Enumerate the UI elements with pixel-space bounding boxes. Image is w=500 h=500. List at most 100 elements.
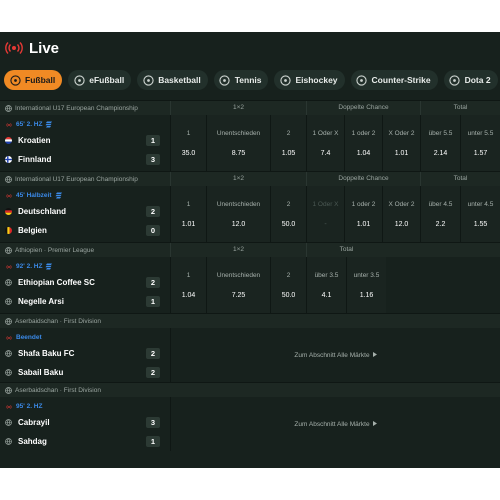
team-score: 0	[146, 225, 160, 236]
match-info[interactable]: 45' Halbzeit Deutschland 2 Belgien 0	[0, 186, 170, 242]
market-header: Total	[420, 101, 500, 115]
odds-button[interactable]: über 3.5 4.1	[306, 257, 346, 313]
match-status-label: Beendet	[16, 334, 42, 341]
league-name: Aserbaidschan · First Division	[0, 387, 170, 394]
live-header: Live	[5, 38, 59, 58]
team-globe-icon	[5, 298, 12, 305]
odds-value: 50.0	[281, 291, 296, 299]
odds-label: Unentschieden	[216, 271, 261, 279]
event-header: Äthiopien · Premier League 1×2 Total	[0, 243, 500, 257]
odds-button[interactable]: Unentschieden 7.25	[206, 257, 270, 313]
team-globe-icon	[5, 279, 12, 286]
tab-eishockey[interactable]: Eishockey	[274, 70, 345, 90]
event-header: Aserbaidschan · First Division	[0, 314, 500, 328]
team-globe-icon	[5, 350, 12, 357]
odds-label: 1 oder 2	[351, 129, 376, 137]
league-name: Aserbaidschan · First Division	[0, 318, 170, 325]
odds-button[interactable]: X Oder 2 1.01	[382, 115, 420, 171]
odds-value: 1.01	[356, 220, 371, 228]
odds-button[interactable]: 2 1.05	[270, 115, 306, 171]
odds-value: 12.0	[394, 220, 409, 228]
odds-label: unter 3.5	[353, 271, 380, 279]
odds-button[interactable]: 1 Oder X 7.4	[306, 115, 344, 171]
match-status: 65' 2. HZ	[5, 118, 160, 131]
odds-button[interactable]: unter 4.5 1.55	[460, 186, 500, 242]
all-markets-link[interactable]: Zum Abschnitt Alle Märkte	[170, 328, 500, 382]
odds-button[interactable]: 2 50.0	[270, 257, 306, 313]
odds-button[interactable]: X Oder 2 12.0	[382, 186, 420, 242]
match-status-label: 45' Halbzeit	[16, 192, 52, 199]
odds-button[interactable]: unter 3.5 1.16	[346, 257, 386, 313]
tab-label: Basketball	[158, 75, 201, 85]
match-info[interactable]: Beendet Shafa Baku FC 2 Sabail Baku 2	[0, 328, 170, 382]
all-markets-label: Zum Abschnitt Alle Märkte	[294, 420, 370, 428]
market-header: Doppelte Chance	[306, 172, 420, 186]
odds-label: 1	[186, 200, 191, 208]
market-header: Total	[306, 243, 386, 257]
event-block: Äthiopien · Premier League 1×2 Total 92' 2.…	[0, 242, 500, 313]
odds-button[interactable]: unter 5.5 1.57	[460, 115, 500, 171]
odds-value: 4.1	[321, 291, 332, 299]
match-info[interactable]: 65' 2. HZ Kroatien 1 Finnland 3	[0, 115, 170, 171]
odds-label: X Oder 2	[388, 200, 415, 208]
flag-belgium-icon	[5, 227, 12, 234]
odds-label: über 5.5	[428, 129, 453, 137]
odds-button[interactable]: 1 35.0	[170, 115, 206, 171]
team-row: Belgien 0	[5, 221, 160, 240]
team-row: Kroatien 1	[5, 131, 160, 150]
tab-efußball[interactable]: eFußball	[68, 70, 132, 90]
team-row: Finnland 3	[5, 150, 160, 169]
tab-tennis[interactable]: Tennis	[213, 70, 269, 90]
odds-value: -	[324, 220, 327, 228]
tab-counter-strike[interactable]: Counter-Strike	[350, 70, 438, 90]
odds-label: Unentschieden	[216, 200, 261, 208]
team-globe-icon	[5, 438, 12, 445]
odds-button[interactable]: 2 50.0	[270, 186, 306, 242]
all-markets-link[interactable]: Zum Abschnitt Alle Märkte	[170, 397, 500, 451]
match-status-label: 65' 2. HZ	[16, 121, 43, 128]
match-status: Beendet	[5, 331, 160, 344]
arrow-right-icon	[372, 420, 377, 428]
team-score: 1	[146, 296, 160, 307]
odds-label: unter 5.5	[467, 129, 494, 137]
event-block: International U17 European Championship 1…	[0, 100, 500, 171]
match-status-label: 92' 2. HZ	[16, 263, 43, 270]
odds-button[interactable]: 1 1.01	[170, 186, 206, 242]
odds-button[interactable]: 1 oder 2 1.01	[344, 186, 382, 242]
event-header: International U17 European Championship 1…	[0, 101, 500, 115]
tab-fußball[interactable]: Fußball	[4, 70, 63, 90]
tab-label: Counter-Strike	[371, 75, 431, 85]
odds-label: Unentschieden	[216, 129, 261, 137]
tab-basketball[interactable]: Basketball	[137, 70, 208, 90]
match-info[interactable]: 95' 2. HZ Cabrayil 3 Sahdag 1	[0, 397, 170, 451]
odds-button[interactable]: Unentschieden 8.75	[206, 115, 270, 171]
live-stream-icon	[55, 192, 63, 199]
odds-label: 1 Oder X	[312, 129, 339, 137]
odds-value: 7.4	[320, 149, 331, 157]
globe-icon	[5, 386, 12, 394]
globe-icon	[5, 175, 12, 183]
odds-label: 1 oder 2	[351, 200, 376, 208]
odds-button[interactable]: 1 1.04	[170, 257, 206, 313]
dota-icon	[449, 74, 461, 86]
basketball-icon	[142, 74, 154, 86]
odds-button[interactable]: über 4.5 2.2	[420, 186, 460, 242]
live-page: Live Fußball eFußball Basketball Tennis Eish…	[0, 32, 500, 468]
league-name: International U17 European Championship	[0, 176, 170, 183]
odds-label: 1	[186, 129, 191, 137]
team-row: Deutschland 2	[5, 202, 160, 221]
match-info[interactable]: 92' 2. HZ Ethiopian Coffee SC 2 Negelle Ars…	[0, 257, 170, 313]
odds-button[interactable]: über 5.5 2.14	[420, 115, 460, 171]
sport-tabs: Fußball eFußball Basketball Tennis Eishockey…	[4, 70, 498, 90]
live-broadcast-icon	[5, 404, 13, 410]
market-header: 1×2	[170, 172, 306, 186]
live-broadcast-icon	[5, 41, 23, 55]
odds-button[interactable]: Unentschieden 12.0	[206, 186, 270, 242]
tab-label: Eishockey	[295, 75, 338, 85]
tab-dota-2[interactable]: Dota 2	[443, 70, 498, 90]
odds-value: 2.14	[433, 149, 448, 157]
team-row: Cabrayil 3	[5, 413, 160, 432]
team-row: Sahdag 1	[5, 432, 160, 451]
odds-button[interactable]: 1 oder 2 1.04	[344, 115, 382, 171]
tab-label: Fußball	[25, 75, 56, 85]
